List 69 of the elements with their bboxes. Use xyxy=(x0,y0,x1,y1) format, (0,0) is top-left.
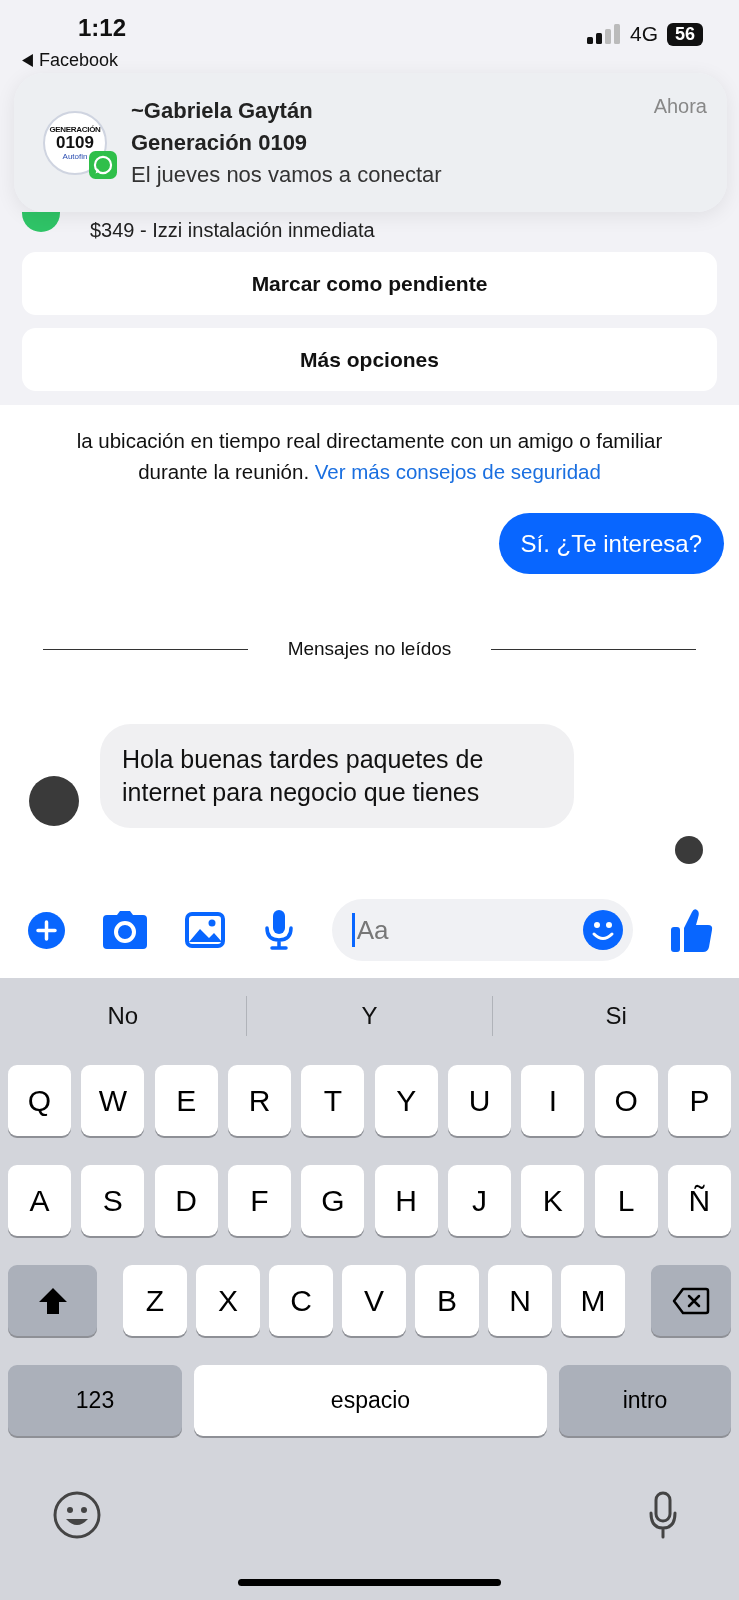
thumbs-up-icon[interactable] xyxy=(670,908,713,952)
letter-key[interactable]: A xyxy=(8,1165,71,1236)
notification-group: Generación 0109 xyxy=(131,126,654,159)
letter-key[interactable]: S xyxy=(81,1165,145,1236)
letter-key[interactable]: W xyxy=(81,1065,145,1136)
shift-arrow-icon xyxy=(37,1286,68,1315)
letter-key[interactable]: L xyxy=(594,1165,658,1236)
letter-key[interactable]: B xyxy=(415,1265,479,1336)
letter-key[interactable]: P xyxy=(667,1065,731,1136)
letter-key[interactable]: N xyxy=(488,1265,552,1336)
return-key[interactable]: intro xyxy=(559,1365,731,1436)
unread-divider-label: Mensajes no leídos xyxy=(287,638,452,660)
camera-icon[interactable] xyxy=(103,911,148,949)
backspace-icon xyxy=(672,1286,710,1315)
letter-key[interactable]: C xyxy=(269,1265,333,1336)
letter-key[interactable]: D xyxy=(154,1165,218,1236)
back-to-app-link[interactable]: Facebook xyxy=(22,48,119,72)
notification-message: El jueves nos vamos a conectar xyxy=(131,160,443,189)
notification-time: Ahora xyxy=(653,95,707,118)
letter-key[interactable]: F xyxy=(228,1165,291,1236)
emoji-icon[interactable] xyxy=(53,1491,101,1539)
dictation-microphone-icon[interactable] xyxy=(648,1491,678,1539)
letter-key[interactable]: V xyxy=(342,1265,406,1336)
action-button[interactable]: Más opciones xyxy=(22,328,717,391)
letter-key[interactable]: E xyxy=(154,1065,218,1136)
shift-key[interactable] xyxy=(8,1265,97,1336)
letter-key[interactable]: H xyxy=(374,1165,438,1236)
image-icon[interactable] xyxy=(185,912,226,948)
message-input-field[interactable]: Aa xyxy=(331,899,633,961)
listing-preview-text: $349 - Izzi instalación inmediata xyxy=(90,218,375,242)
delete-key[interactable] xyxy=(651,1265,731,1336)
letter-key[interactable]: U xyxy=(447,1065,511,1136)
safety-tips-link[interactable]: Ver más consejos de seguridad xyxy=(314,460,601,483)
letter-key[interactable]: T xyxy=(301,1065,365,1136)
back-triangle-icon xyxy=(22,53,33,67)
letter-key[interactable]: Q xyxy=(8,1065,71,1136)
letter-key[interactable]: J xyxy=(447,1165,511,1236)
space-key[interactable]: espacio xyxy=(194,1365,547,1436)
network-label: 4G xyxy=(629,22,658,46)
listing-icon xyxy=(22,212,60,232)
notification-sender: ~Gabriela Gaytán xyxy=(131,96,314,125)
numbers-key[interactable]: 123 xyxy=(8,1365,182,1436)
read-receipt-avatar xyxy=(675,836,703,864)
battery-indicator: 56 xyxy=(666,22,703,46)
letter-key[interactable]: R xyxy=(228,1065,291,1136)
signal-icon xyxy=(586,24,621,44)
emoji-icon[interactable] xyxy=(582,910,623,950)
letter-key[interactable]: Ñ xyxy=(667,1165,731,1236)
letter-key[interactable]: O xyxy=(594,1065,658,1136)
received-message-bubble: Hola buenas tardes paquetes de internet para negocio que tienes xyxy=(100,724,574,828)
sent-message-bubble: Sí. ¿Te interesa? xyxy=(498,513,724,574)
letter-key[interactable]: M xyxy=(561,1265,625,1336)
safety-notice-text: la ubicación en tiempo real directamente con un amigo o familiar durante la reunión. Ver más consejos de seguridad xyxy=(75,428,664,485)
chat-app-icon xyxy=(89,150,117,179)
letter-key[interactable]: X xyxy=(196,1265,260,1336)
letter-key[interactable]: Z xyxy=(123,1265,187,1336)
add-icon[interactable] xyxy=(28,911,65,949)
letter-key[interactable]: I xyxy=(521,1065,585,1136)
word-suggestion[interactable]: Y xyxy=(246,1001,493,1030)
avatar xyxy=(29,776,79,826)
letter-key[interactable]: Y xyxy=(374,1065,438,1136)
word-suggestion[interactable]: No xyxy=(0,1001,246,1030)
notification-banner[interactable]: GENERACIÓN 0109 Autofin ~Gabriela Gaytán Generación 0109 El jueves nos vamos a conectar Ahora xyxy=(14,73,727,212)
action-button[interactable]: Marcar como pendiente xyxy=(22,252,717,315)
microphone-icon[interactable] xyxy=(263,910,294,950)
status-time: 1:12 xyxy=(78,13,127,43)
word-suggestion[interactable]: Si xyxy=(493,1001,739,1030)
letter-key[interactable]: G xyxy=(301,1165,365,1236)
letter-key[interactable]: K xyxy=(521,1165,585,1236)
